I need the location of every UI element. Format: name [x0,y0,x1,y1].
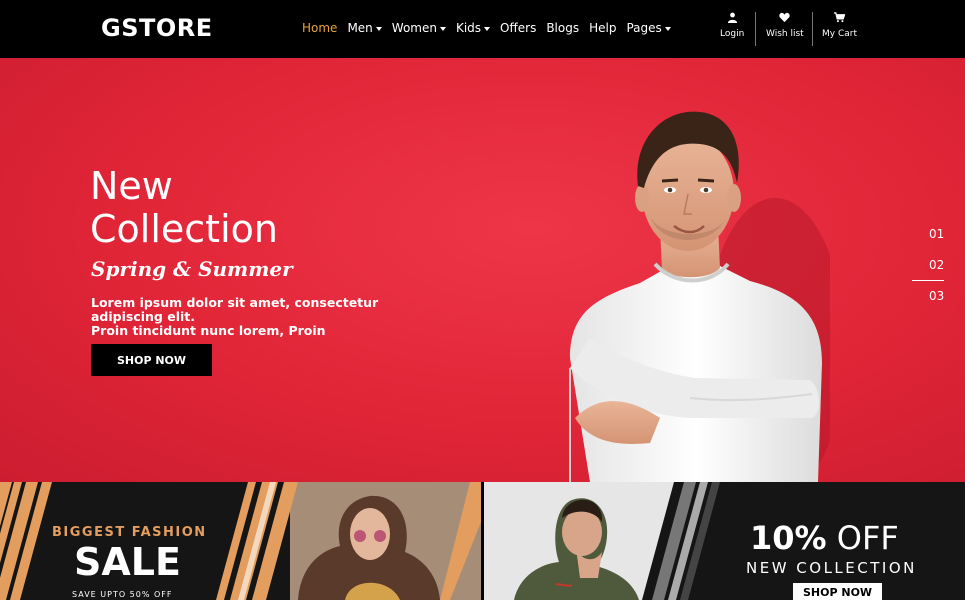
slide-indicator-3[interactable]: 03 [929,289,944,303]
cart-icon [833,12,845,23]
slide-indicator-2[interactable]: 02 [929,258,944,272]
nav-item-pages[interactable]: Pages [626,21,671,35]
top-navbar: GSTORE Home Men Women Kids Offers Blogs … [0,0,965,58]
hero-slider: New Collection Spring & Summer Lorem ips… [0,58,965,482]
nav-item-men[interactable]: Men [347,21,382,35]
slide-indicator-1[interactable]: 01 [929,227,944,241]
cart-label: My Cart [822,29,857,39]
divider [812,12,813,46]
banner-sale-caption: SAVE UPTO 50% OFF [72,590,173,599]
nav-item-offers[interactable]: Offers [500,21,536,35]
caret-down-icon [664,26,671,31]
hero-title: New Collection [90,164,278,251]
promo-banner-new-collection[interactable]: 10% OFF NEW COLLECTION SHOP NOW [484,482,965,600]
banner-shop-now-button[interactable]: SHOP NOW [793,583,883,600]
hero-description: Lorem ipsum dolor sit amet, consectetur … [91,295,379,338]
active-slide-underline [912,280,944,281]
heart-icon [779,12,790,23]
cart-button[interactable]: My Cart [822,12,857,39]
divider [755,12,756,46]
login-button[interactable]: Login [720,12,744,39]
nav-item-kids[interactable]: Kids [456,21,491,35]
main-menu: Home Men Women Kids Offers Blogs Help Pa… [302,21,671,35]
hero-model-image [569,111,830,482]
banner-sale-heading: BIGGEST FASHION [52,525,207,540]
login-label: Login [720,29,745,39]
brand-logo[interactable]: GSTORE [101,14,213,42]
caret-down-icon [484,26,491,31]
nav-item-help[interactable]: Help [589,21,616,35]
banner-discount-heading: 10% OFF [750,519,899,557]
hero-subtitle: Spring & Summer [91,257,293,281]
wishlist-button[interactable]: Wish list [766,12,804,39]
banner-stripes [0,482,481,600]
wishlist-label: Wish list [766,29,804,39]
nav-item-home[interactable]: Home [302,21,337,35]
shop-now-button[interactable]: SHOP NOW [91,344,212,376]
nav-item-women[interactable]: Women [392,21,446,35]
caret-down-icon [439,26,446,31]
banner-new-collection-label: NEW COLLECTION [746,559,917,577]
promo-banner-sale[interactable]: BIGGEST FASHION SALE SAVE UPTO 50% OFF [0,482,481,600]
nav-item-blogs[interactable]: Blogs [546,21,579,35]
caret-down-icon [375,26,382,31]
user-icon [727,12,737,23]
banner-sale-title: SALE [74,540,181,584]
